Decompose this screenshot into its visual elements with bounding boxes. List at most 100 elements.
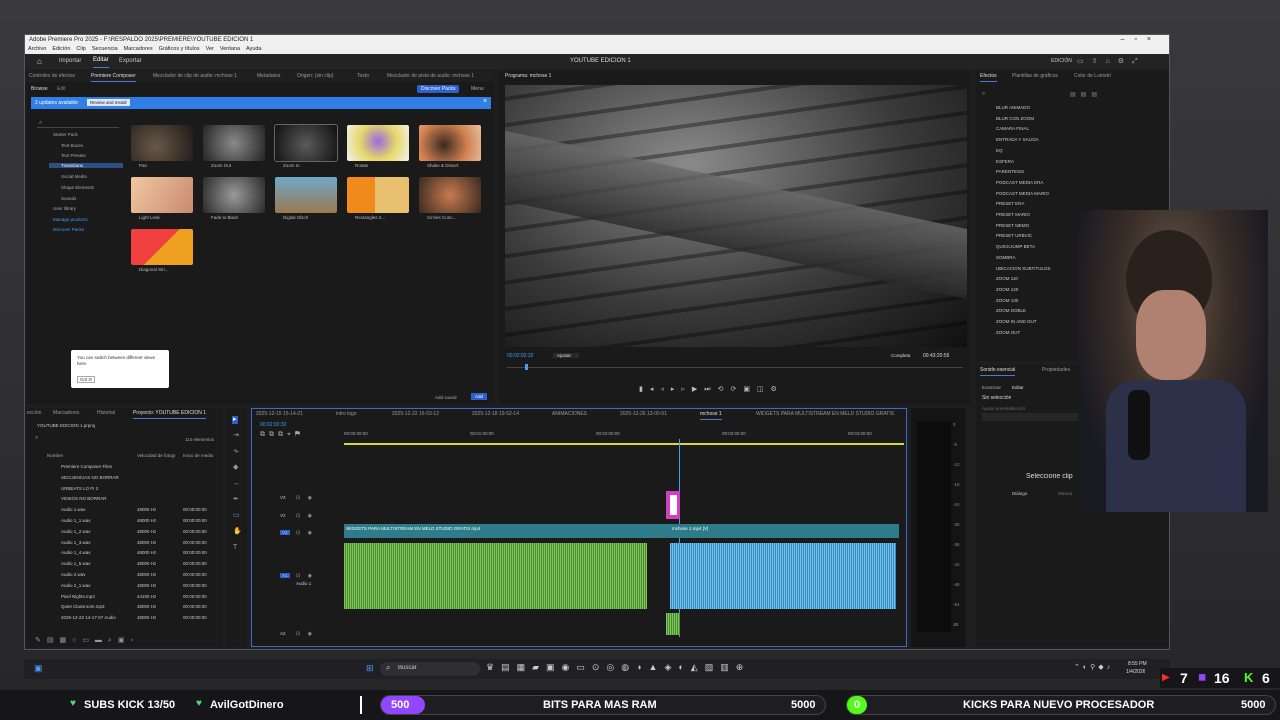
menu-ventana[interactable]: Ventana xyxy=(220,46,240,52)
track-label[interactable]: V2 xyxy=(280,513,286,518)
add-button[interactable]: Add xyxy=(471,393,488,400)
tab-source[interactable]: Origen: (sin clip) xyxy=(297,71,333,81)
tree-sounds[interactable]: Sounds xyxy=(61,196,76,201)
sequence-tab[interactable]: 2025-12-26 13-00-51 xyxy=(620,409,667,419)
menu-clip[interactable]: Clip xyxy=(76,46,85,52)
workspace-icons[interactable]: ▭⇧⌂⚙⤢ xyxy=(1077,54,1146,69)
list-item[interactable]: Audio 1_4.wav xyxy=(61,550,91,555)
effect-preset[interactable]: ZOOM OUT xyxy=(996,330,1020,335)
tree-discover-packs[interactable]: Discover Packs xyxy=(53,227,84,232)
effect-preset[interactable]: ZOOM 120 xyxy=(996,287,1018,292)
thumb-zoom-in[interactable] xyxy=(274,124,338,162)
tab-lumetri[interactable]: Color de Lumetri xyxy=(1074,71,1111,81)
menu-graficos[interactable]: Gráficos y títulos xyxy=(159,46,200,52)
tree-text-presets[interactable]: Text Presets xyxy=(61,153,86,158)
effect-preset[interactable]: ZOOM IN AND OUT xyxy=(996,319,1037,324)
sequence-tab[interactable]: 2025-12-18 19-52-14 xyxy=(472,409,519,419)
list-item[interactable]: SECUENCIAS NO BORRAR xyxy=(61,475,119,480)
tree-social-media[interactable]: Social Media xyxy=(61,174,87,179)
sequence-tab[interactable]: 2025-12-15 15-14-21 xyxy=(256,409,303,419)
track-label[interactable]: V3 xyxy=(280,495,286,500)
tree-text-boxes[interactable]: Text Boxes xyxy=(61,143,83,148)
clock-time[interactable]: 8:55 PM xyxy=(1128,661,1147,667)
track-controls[interactable]: ⊡ ◉ xyxy=(296,572,315,580)
tab-project[interactable]: Proyecto: YOUTUBE EDICION 1 xyxy=(133,408,206,419)
list-item[interactable]: URBEATS LO FI 2 xyxy=(61,486,98,491)
tab-history[interactable]: Historial xyxy=(97,408,115,418)
tab-exportar[interactable]: Exportar xyxy=(119,54,142,69)
effect-preset[interactable]: PODCAST MEDIA ERA xyxy=(996,180,1043,185)
effect-preset[interactable]: ZOOM 110 xyxy=(996,276,1018,281)
edit-tab[interactable]: Edit xyxy=(57,86,66,92)
tab-seleccion[interactable]: ección xyxy=(27,408,41,418)
effect-preset[interactable]: PRESET MARIO xyxy=(996,212,1030,217)
effect-preset[interactable]: PRESET URBVIC xyxy=(996,233,1032,238)
project-toolbar[interactable]: ✎▤▦○▭▬⌕▣▫ xyxy=(35,636,139,645)
list-item[interactable]: Premiere Composer Files xyxy=(61,464,112,469)
tab-track-mixer[interactable]: Mezclador de pista de audio: mchose 1 xyxy=(387,71,474,81)
browse-tab[interactable]: Browse xyxy=(31,86,48,92)
col-name[interactable]: Nombre xyxy=(47,453,63,458)
home-icon[interactable]: ⌂ xyxy=(37,54,42,69)
tree-shape-elements[interactable]: Shape Elements xyxy=(61,185,94,190)
menu-ver[interactable]: Ver xyxy=(206,46,214,52)
transport-controls[interactable]: ▮◂◃▸▹▶⏭⟲⟳▣◫⚙ xyxy=(639,385,784,394)
pen-icon[interactable]: ✒ xyxy=(233,496,239,504)
razor-icon[interactable]: ◆ xyxy=(233,464,238,472)
tab-importar[interactable]: Importar xyxy=(59,54,81,69)
ripple-icon[interactable]: ⟛ xyxy=(233,448,239,456)
sequence-tab[interactable]: mchose 1 xyxy=(700,409,722,420)
menu-marcadores[interactable]: Marcadores xyxy=(124,46,153,52)
list-item[interactable]: Audio 2_1.wav xyxy=(61,583,91,588)
effect-preset[interactable]: ENTRADA Y SALIDA xyxy=(996,137,1039,142)
list-item[interactable]: Audio 1.wav xyxy=(61,507,86,512)
type-icon[interactable]: T xyxy=(233,544,237,552)
thumb-diagonal[interactable] xyxy=(131,229,193,265)
got-it-button[interactable]: Got it! xyxy=(77,376,96,383)
track-label[interactable]: A2 xyxy=(280,631,286,636)
audio-clip-small[interactable] xyxy=(666,613,680,635)
effect-preset[interactable]: ZOOM DOBLE xyxy=(996,308,1026,313)
timeline-timecode[interactable]: 00:02:02:32 xyxy=(260,422,286,428)
effect-preset[interactable]: PRESET MEMO xyxy=(996,223,1029,228)
thumb-pan[interactable] xyxy=(131,125,193,161)
thumb-light-leak[interactable] xyxy=(131,177,193,213)
add-sound-checkbox[interactable]: Add sound xyxy=(435,395,457,400)
list-item[interactable]: Audio 1_5.wav xyxy=(61,561,91,566)
sequence-tab[interactable]: intro logo xyxy=(336,409,357,419)
program-tab[interactable]: Programa: mchose 1 xyxy=(505,73,551,79)
start-icon[interactable]: ▣ xyxy=(34,663,43,674)
filter-icons[interactable]: ▤▤▤ xyxy=(1070,91,1102,98)
hand-icon[interactable]: ✋ xyxy=(233,528,242,536)
examine-tab[interactable]: Examinar xyxy=(982,385,1001,390)
selection-tool-icon[interactable]: ▸ xyxy=(232,416,238,424)
effect-preset[interactable]: BLUR CON ZOOM xyxy=(996,116,1034,121)
tab-clip-mixer[interactable]: Mezclador de clip de audio: mchose 1 xyxy=(153,71,237,81)
effect-preset[interactable]: PODCAST MEDIA MARIO xyxy=(996,191,1049,196)
menu-edicion[interactable]: Edición xyxy=(52,46,70,52)
tab-effects[interactable]: Efectos xyxy=(980,71,997,82)
thumb-zoom-out[interactable] xyxy=(203,125,265,161)
track-controls[interactable]: ⊡ ◉ xyxy=(296,512,315,520)
track-controls[interactable]: ⊡ ◉ xyxy=(296,630,315,638)
track-select-icon[interactable]: ⇥ xyxy=(233,432,239,440)
edit-tab[interactable]: Editar xyxy=(1012,385,1024,390)
thumb-circles[interactable] xyxy=(419,177,481,213)
list-item[interactable]: Audio 2.wav xyxy=(61,572,86,577)
menu-ayuda[interactable]: Ayuda xyxy=(246,46,262,52)
tab-properties[interactable]: Propiedades xyxy=(1042,365,1070,375)
menu-archivo[interactable]: Archivo xyxy=(28,46,46,52)
tab-text[interactable]: Texto xyxy=(357,71,369,81)
windows-icon[interactable]: ⊞ xyxy=(366,663,374,674)
fit-dropdown[interactable]: Ajustar xyxy=(553,353,580,358)
rectangle-icon[interactable]: ▭ xyxy=(233,512,240,520)
thumb-rotate[interactable] xyxy=(347,125,409,161)
tree-manage-products[interactable]: Manage products xyxy=(53,217,88,222)
playhead[interactable] xyxy=(525,364,528,370)
list-item[interactable]: Audio 1_1.wav xyxy=(61,518,91,523)
review-install-button[interactable]: Review and Install xyxy=(87,99,130,106)
tree-transitions[interactable]: Transitions xyxy=(49,163,123,168)
workspace-label[interactable]: EDICIÓN xyxy=(1051,54,1072,69)
tab-graphics-templates[interactable]: Plantillas de gráficos xyxy=(1012,71,1058,81)
effect-preset[interactable]: ZOOM 130 xyxy=(996,298,1018,303)
